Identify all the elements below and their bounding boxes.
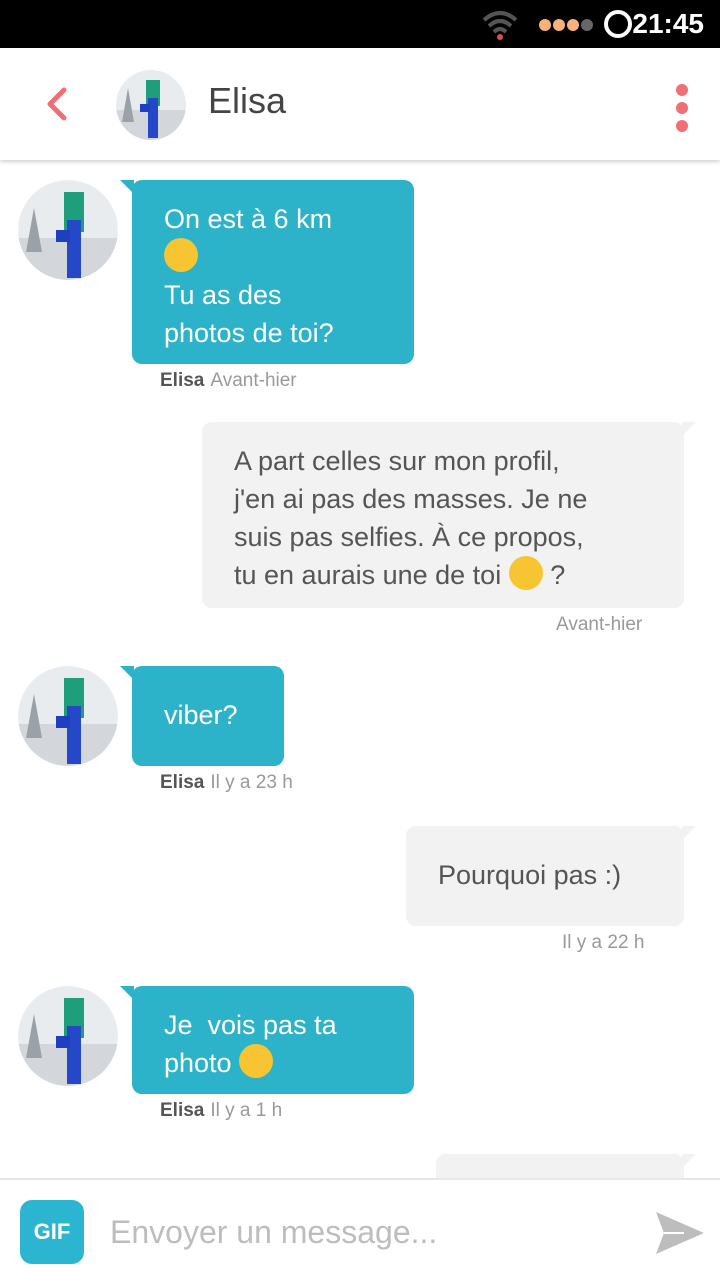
contact-avatar[interactable] (116, 70, 186, 140)
message-meta: Elisa Avant-hier (160, 370, 297, 392)
message-meta: Elisa Il y a 1 h (160, 1100, 282, 1122)
status-bar: 21:45 (0, 0, 720, 48)
timestamp: Il y a 22 h (562, 932, 645, 953)
sender-name: Elisa (160, 370, 205, 391)
gif-button[interactable]: GIF (20, 1200, 84, 1264)
message-line: j'en ai pas des masses. Je ne (234, 484, 588, 514)
message-line: Je vois pas ta (164, 1010, 337, 1040)
message-line (164, 238, 382, 276)
outgoing-message-partial[interactable] (436, 1154, 696, 1178)
message-composer: GIF (0, 1178, 720, 1282)
message-line: A part celles sur mon profil, (234, 446, 560, 476)
timestamp: Il y a 1 h (210, 1100, 283, 1121)
timestamp: Avant-hier (556, 614, 643, 635)
timestamp: Avant-hier (210, 370, 297, 391)
chat-header: Elisa (0, 48, 720, 160)
message-line: On est à 6 km (164, 204, 333, 234)
contact-name[interactable]: Elisa (208, 80, 286, 122)
sender-name: Elisa (160, 772, 205, 793)
wink-emoji-icon (164, 238, 198, 272)
sender-name: Elisa (160, 1100, 205, 1121)
message-list[interactable]: On est à 6 km Tu as des photos de toi? E… (0, 160, 720, 1178)
back-arrow-icon[interactable] (38, 84, 78, 124)
sender-avatar[interactable] (18, 666, 118, 766)
incoming-message[interactable]: Je vois pas ta photo (120, 986, 414, 1094)
sender-avatar[interactable] (18, 180, 118, 280)
outgoing-message[interactable]: Pourquoi pas :) (406, 826, 696, 926)
message-line: tu en aurais une de toi ? (234, 556, 664, 594)
incoming-message[interactable]: viber? (120, 666, 284, 766)
clock: 21:45 (632, 8, 704, 39)
wink-emoji-icon (239, 1044, 274, 1078)
signal-dots-icon (539, 19, 593, 31)
message-line: photo (164, 1044, 382, 1082)
message-text: viber? (164, 700, 238, 730)
wifi-icon (482, 11, 518, 40)
message-meta: Elisa Il y a 23 h (160, 772, 293, 794)
battery-ring-icon (604, 10, 632, 38)
timestamp: Il y a 23 h (210, 772, 293, 793)
message-line: Tu as des (164, 280, 282, 310)
send-icon[interactable] (654, 1210, 706, 1256)
sender-avatar[interactable] (18, 986, 118, 1086)
outgoing-message[interactable]: A part celles sur mon profil, j'en ai pa… (202, 422, 696, 608)
tongue-emoji-icon (508, 556, 543, 590)
message-input[interactable] (108, 1204, 632, 1260)
incoming-message[interactable]: On est à 6 km Tu as des photos de toi? (120, 180, 414, 364)
message-line: photos de toi? (164, 318, 334, 348)
message-line: suis pas selfies. À ce propos, (234, 522, 584, 552)
message-text: Pourquoi pas :) (438, 860, 622, 890)
more-options-icon[interactable] (668, 78, 696, 132)
